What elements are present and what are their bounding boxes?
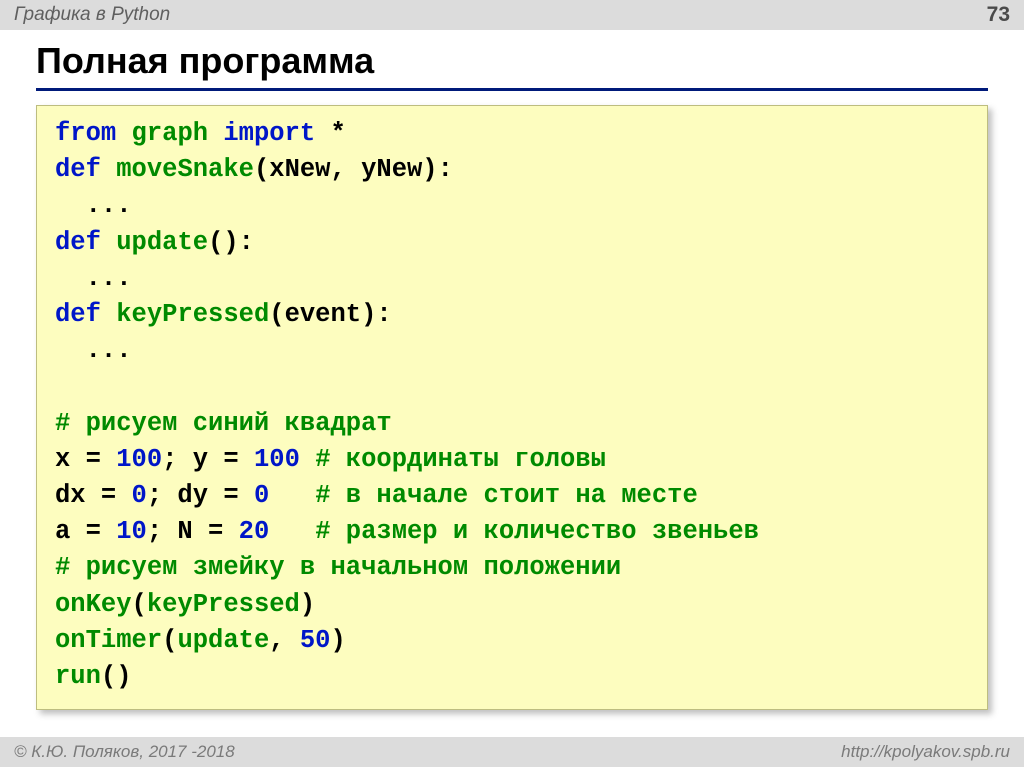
code-text: x = [55, 445, 116, 474]
number: 20 [239, 517, 270, 546]
comment: # в начале стоит на месте [315, 481, 698, 510]
code-text [300, 445, 315, 474]
paren: ( [132, 590, 147, 619]
comment: # рисуем синий квадрат [55, 409, 392, 438]
func-call-onkey: onKey [55, 590, 132, 619]
code-text: ; dy = [147, 481, 254, 510]
func-movesnake: moveSnake [116, 155, 254, 184]
keyword-from: from [55, 119, 116, 148]
number: 50 [300, 626, 331, 655]
code-text: dx = [55, 481, 132, 510]
func-keypressed: keyPressed [116, 300, 269, 329]
number: 0 [254, 481, 269, 510]
code-line: ... [55, 336, 132, 365]
page-number: 73 [987, 3, 1010, 27]
func-args: (xNew, yNew): [254, 155, 453, 184]
number: 100 [254, 445, 300, 474]
module-name: graph [132, 119, 209, 148]
breadcrumb: Графика в Python [14, 4, 170, 26]
number: 0 [132, 481, 147, 510]
arg: update [177, 626, 269, 655]
copyright: © К.Ю. Поляков, 2017 -2018 [14, 742, 235, 762]
number: 10 [116, 517, 147, 546]
keyword-import: import [223, 119, 315, 148]
comment: # координаты головы [315, 445, 606, 474]
paren: ( [162, 626, 177, 655]
keyword-def: def [55, 155, 101, 184]
parens: () [101, 662, 132, 691]
title-underline [36, 88, 988, 91]
number: 100 [116, 445, 162, 474]
paren: ) [330, 626, 345, 655]
footer-url: http://kpolyakov.spb.ru [841, 742, 1010, 762]
code-text: ; y = [162, 445, 254, 474]
func-args: (): [208, 228, 254, 257]
code-block: from graph import * def moveSnake(xNew, … [36, 105, 988, 710]
code-text: ; N = [147, 517, 239, 546]
func-args: (event): [269, 300, 391, 329]
code-text [269, 481, 315, 510]
top-bar: Графика в Python 73 [0, 0, 1024, 30]
code-text: a = [55, 517, 116, 546]
code-text [269, 517, 315, 546]
paren: ) [300, 590, 315, 619]
func-call-ontimer: onTimer [55, 626, 162, 655]
slide: Графика в Python 73 Полная программа fro… [0, 0, 1024, 767]
comment: # размер и количество звеньев [315, 517, 759, 546]
code-line: ... [55, 264, 132, 293]
import-star: * [331, 119, 346, 148]
code-line: ... [55, 191, 132, 220]
func-call-run: run [55, 662, 101, 691]
func-update: update [116, 228, 208, 257]
bottom-bar: © К.Ю. Поляков, 2017 -2018 http://kpolya… [0, 737, 1024, 767]
comma: , [269, 626, 300, 655]
arg: keyPressed [147, 590, 300, 619]
keyword-def: def [55, 228, 101, 257]
comment: # рисуем змейку в начальном положении [55, 553, 621, 582]
keyword-def: def [55, 300, 101, 329]
page-title: Полная программа [0, 30, 1024, 88]
